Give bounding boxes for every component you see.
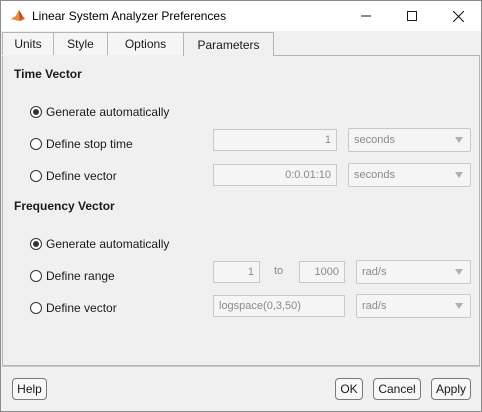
chevron-down-icon xyxy=(455,137,463,143)
freq-define-vector-option[interactable]: Define vector xyxy=(30,300,117,316)
close-icon xyxy=(452,10,464,22)
freq-generate-auto-option[interactable]: Generate automatically xyxy=(30,236,169,252)
stop-time-field[interactable]: 1 xyxy=(213,129,337,151)
maximize-icon xyxy=(407,11,417,21)
radio-label: Define stop time xyxy=(46,137,133,151)
parameters-panel: Time Vector Generate automatically Defin… xyxy=(2,56,480,366)
preferences-dialog: Linear System Analyzer Preferences Units… xyxy=(0,0,482,412)
minimize-icon xyxy=(361,15,371,17)
matlab-membrane-icon xyxy=(10,8,26,24)
close-button[interactable] xyxy=(435,1,481,31)
minimize-button[interactable] xyxy=(343,1,389,31)
tab-style[interactable]: Style xyxy=(53,32,108,55)
time-define-stop-option[interactable]: Define stop time xyxy=(30,136,133,152)
range-from-field[interactable]: 1 xyxy=(213,261,260,283)
dropdown-value: seconds xyxy=(354,134,395,146)
chevron-down-icon xyxy=(455,172,463,178)
dropdown-value: rad/s xyxy=(362,266,387,278)
dropdown-value: seconds xyxy=(354,169,395,181)
radio-button[interactable] xyxy=(30,302,42,314)
radio-button[interactable] xyxy=(30,238,42,250)
radio-label: Generate automatically xyxy=(46,237,170,251)
frequency-vector-field[interactable]: logspace(0,3,50) xyxy=(213,295,345,317)
window-title: Linear System Analyzer Preferences xyxy=(32,9,227,23)
time-define-vector-option[interactable]: Define vector xyxy=(30,168,117,184)
range-to-label: to xyxy=(274,265,284,277)
maximize-button[interactable] xyxy=(389,1,435,31)
radio-label: Generate automatically xyxy=(46,105,170,119)
title-bar: Linear System Analyzer Preferences xyxy=(1,1,481,31)
radio-label: Define vector xyxy=(46,169,117,183)
time-generate-auto-option[interactable]: Generate automatically xyxy=(30,104,169,120)
range-to-field[interactable]: 1000 xyxy=(299,261,345,283)
tab-options[interactable]: Options xyxy=(107,32,184,55)
frequency-vector-units-dropdown[interactable]: rad/s xyxy=(356,294,471,318)
help-button[interactable]: Help xyxy=(12,378,47,400)
radio-button[interactable] xyxy=(30,138,42,150)
freq-define-range-option[interactable]: Define range xyxy=(30,268,115,284)
stop-time-units-dropdown[interactable]: seconds xyxy=(348,128,471,152)
chevron-down-icon xyxy=(455,303,463,309)
radio-label: Define vector xyxy=(46,301,117,315)
tab-bar: Units Style Options Parameters xyxy=(2,32,480,56)
radio-button[interactable] xyxy=(30,106,42,118)
tab-parameters[interactable]: Parameters xyxy=(183,32,274,56)
radio-label: Define range xyxy=(46,269,115,283)
tab-units[interactable]: Units xyxy=(2,32,54,55)
time-vector-field[interactable]: 0:0.01:10 xyxy=(213,164,337,186)
time-vector-units-dropdown[interactable]: seconds xyxy=(348,163,471,187)
cancel-button[interactable]: Cancel xyxy=(373,378,421,400)
frequency-vector-heading: Frequency Vector xyxy=(14,199,115,213)
chevron-down-icon xyxy=(455,269,463,275)
radio-button[interactable] xyxy=(30,170,42,182)
apply-button[interactable]: Apply xyxy=(431,378,471,400)
time-vector-heading: Time Vector xyxy=(14,67,82,81)
range-units-dropdown[interactable]: rad/s xyxy=(356,260,471,284)
footer-separator xyxy=(2,366,480,367)
ok-button[interactable]: OK xyxy=(335,378,363,400)
radio-button[interactable] xyxy=(30,270,42,282)
dropdown-value: rad/s xyxy=(362,300,387,312)
